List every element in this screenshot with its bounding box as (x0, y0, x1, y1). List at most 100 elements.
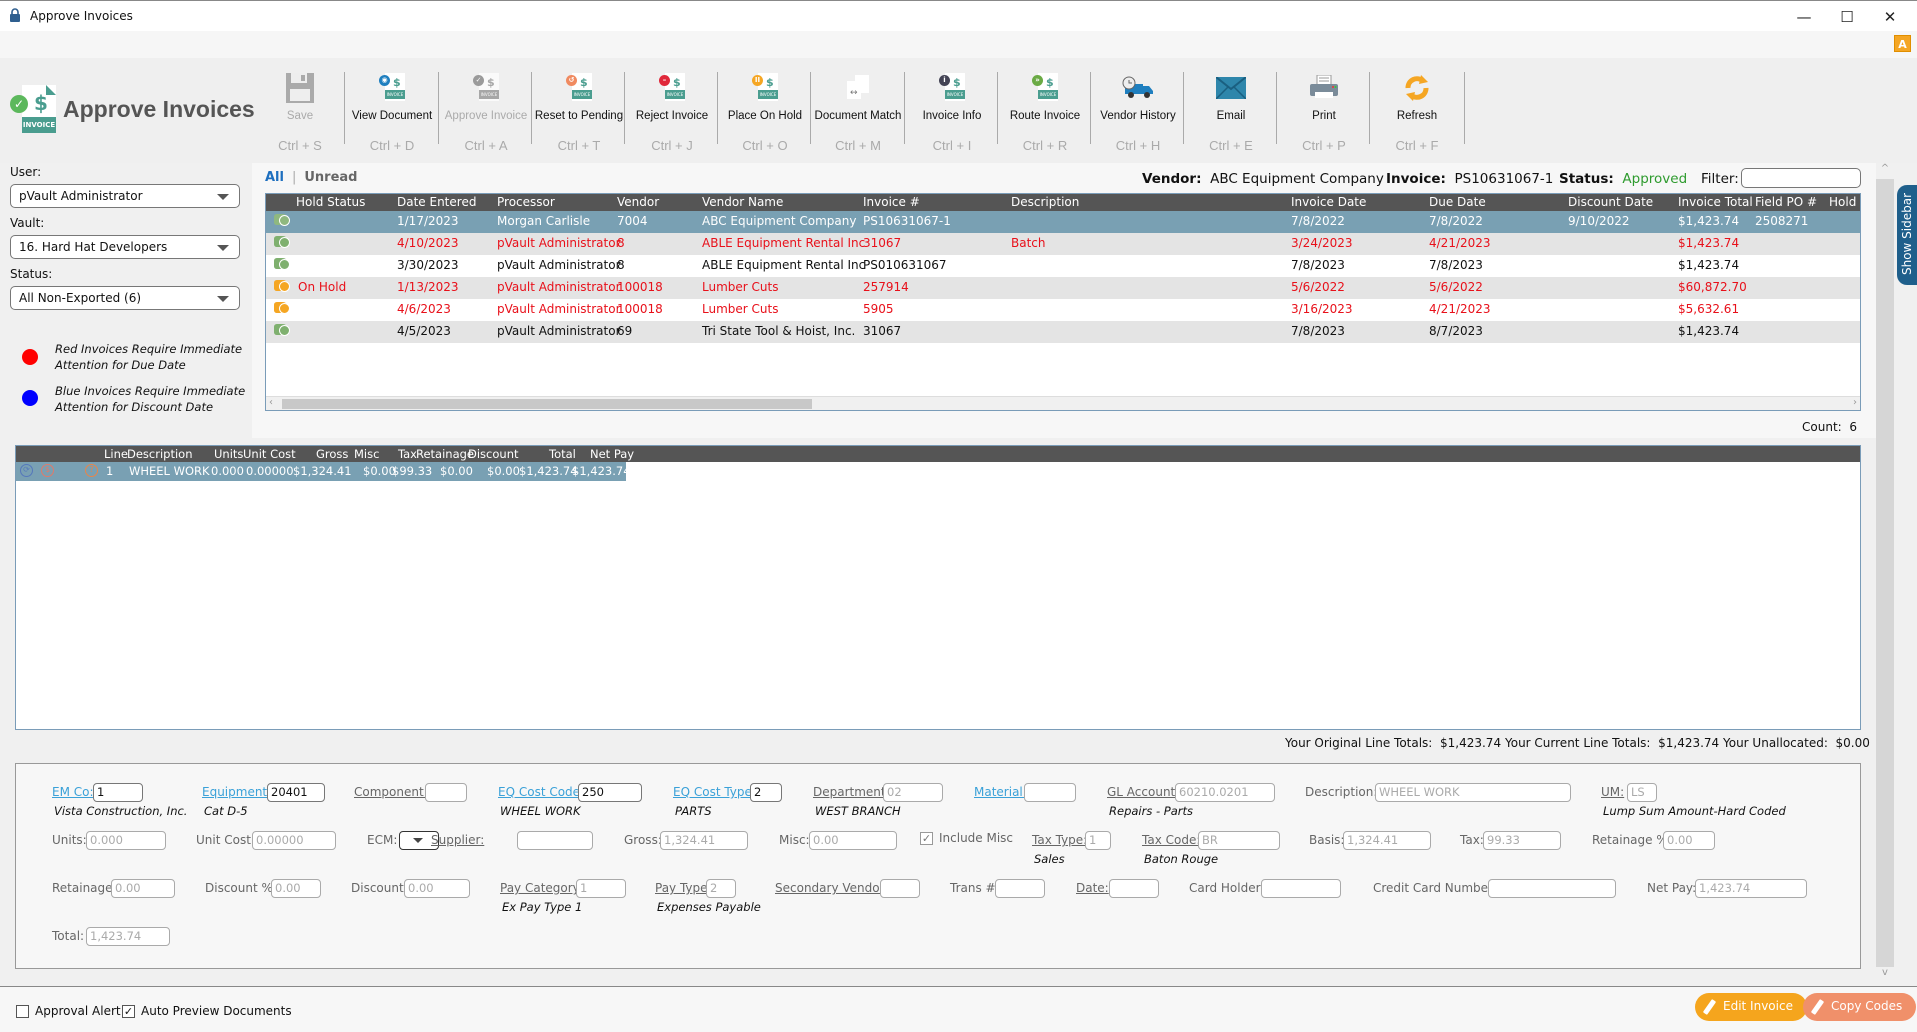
reset-to-pending-button[interactable]: $ INVOICE ↺ Reset to Pending Ctrl + T (533, 70, 625, 160)
discount-input[interactable]: 0.00 (404, 879, 470, 898)
document-match-button[interactable]: ↔ Document Match Ctrl + M (812, 70, 904, 160)
units-input[interactable]: 0.000 (86, 831, 166, 850)
copy-codes-button[interactable]: Copy Codes (1803, 993, 1917, 1021)
column-header[interactable]: Discount Date (1568, 195, 1653, 209)
table-row[interactable]: 4/6/2023 pVault Administrator 100018 Lumber… (266, 299, 1860, 321)
misc-input[interactable]: 0.00 (809, 831, 897, 850)
line-column-header[interactable]: Discount (468, 447, 519, 461)
print-button[interactable]: Print Ctrl + P (1278, 70, 1370, 160)
column-header[interactable]: Due Date (1429, 195, 1486, 209)
discount-pct-input[interactable]: 0.00 (271, 879, 321, 898)
em-co-label[interactable]: EM Co: (52, 785, 94, 799)
eq-cost-type-label[interactable]: EQ Cost Type: (673, 785, 756, 799)
maximize-button[interactable]: ☐ (1827, 5, 1867, 29)
description-input[interactable]: WHEEL WORK (1375, 783, 1571, 802)
place-on-hold-button[interactable]: $ INVOICE II Place On Hold Ctrl + O (719, 70, 811, 160)
reject-invoice-button[interactable]: $ INVOICE – Reject Invoice Ctrl + J (626, 70, 718, 160)
em-co-input[interactable]: 1 (93, 783, 143, 802)
tax-input[interactable]: 99.33 (1483, 831, 1561, 850)
tab-all[interactable]: All (265, 170, 284, 185)
equipment-label[interactable]: Equipment: (202, 785, 271, 799)
tax-type-input[interactable]: 1 (1085, 831, 1111, 850)
column-header[interactable]: Hold Status (296, 195, 365, 209)
line-column-header[interactable]: Retainage (416, 447, 474, 461)
line-column-header[interactable]: Description (127, 447, 193, 461)
column-header[interactable]: Invoice Date (1291, 195, 1366, 209)
pay-type-input[interactable]: 2 (706, 879, 736, 898)
basis-input[interactable]: 1,324.41 (1343, 831, 1431, 850)
include-misc-checkbox[interactable]: ✓ (920, 832, 933, 845)
line-column-header[interactable]: Tax (398, 447, 417, 461)
supplier-input[interactable] (517, 831, 593, 850)
line-column-header[interactable]: Line (104, 447, 128, 461)
card-holder-input[interactable] (1261, 879, 1341, 898)
total-input[interactable]: 1,423.74 (86, 927, 170, 946)
retainage-pct-input[interactable]: 0.00 (1663, 831, 1715, 850)
eq-cost-type-input[interactable]: 2 (750, 783, 782, 802)
column-header[interactable]: Invoice Total (1678, 195, 1753, 209)
auto-preview-checkbox[interactable]: ✓ (122, 1005, 135, 1018)
column-header[interactable]: Invoice # (863, 195, 920, 209)
column-header[interactable]: Vendor (617, 195, 659, 209)
line-column-header[interactable]: Total (549, 447, 576, 461)
column-header[interactable]: Description (1011, 195, 1079, 209)
card-number-input[interactable] (1488, 879, 1616, 898)
eq-cost-code-label[interactable]: EQ Cost Code: (498, 785, 584, 799)
vendor-history-button[interactable]: Vendor History Ctrl + H (1092, 70, 1184, 160)
scroll-up-icon[interactable]: ^ (1876, 163, 1894, 179)
column-header[interactable]: Date Entered (397, 195, 476, 209)
department-input[interactable]: 02 (883, 783, 943, 802)
tax-code-input[interactable]: BR (1198, 831, 1280, 850)
table-row[interactable]: 4/10/2023 pVault Administrator 8 ABLE Equip… (266, 233, 1860, 255)
horizontal-scrollbar[interactable]: ‹ › (266, 396, 1860, 410)
tab-unread[interactable]: Unread (304, 170, 357, 185)
column-header[interactable]: Hold C (1829, 195, 1860, 209)
material-input[interactable] (1024, 783, 1076, 802)
help-icon[interactable]: ? (85, 464, 98, 477)
line-item-row[interactable]: ⟳ $ ? 1 WHEEL WORK 0.000 0.00000 $1,324.41 $0… (16, 462, 631, 481)
line-column-header[interactable]: Units (214, 447, 243, 461)
table-row[interactable]: On Hold 1/13/2023 pVault Administrator 1000… (266, 277, 1860, 299)
table-row[interactable]: 1/17/2023 Morgan Carlisle 7004 ABC Equipmen… (266, 211, 1860, 233)
trans-input[interactable] (995, 879, 1045, 898)
component-input[interactable] (425, 783, 467, 802)
show-sidebar-tab[interactable]: Show Sidebar (1897, 185, 1917, 285)
minimize-button[interactable]: — (1784, 5, 1824, 29)
edit-invoice-button[interactable]: Edit Invoice (1695, 993, 1807, 1021)
view-document-button[interactable]: $ INVOICE ◉ View Document Ctrl + D (346, 70, 438, 160)
gross-input[interactable]: 1,324.41 (660, 831, 748, 850)
route-invoice-button[interactable]: $ INVOICE» Route Invoice Ctrl + R (999, 70, 1091, 160)
assistant-badge-icon[interactable]: A (1894, 35, 1911, 52)
status-select[interactable]: All Non-Exported (6) (10, 286, 240, 310)
vertical-scrollbar[interactable]: ^ v (1876, 163, 1894, 983)
column-header[interactable]: Processor (497, 195, 555, 209)
scroll-down-icon[interactable]: v (1876, 967, 1894, 983)
eq-cost-code-input[interactable]: 250 (578, 783, 642, 802)
equipment-input[interactable]: 20401 (267, 783, 325, 802)
scrollbar-thumb[interactable] (282, 399, 812, 409)
line-column-header[interactable]: Misc (354, 447, 379, 461)
material-label[interactable]: Material: (974, 785, 1027, 799)
vault-select[interactable]: 16. Hard Hat Developers (10, 235, 240, 259)
save-button[interactable]: Save Ctrl + S (254, 70, 346, 160)
email-button[interactable]: Email Ctrl + E (1185, 70, 1277, 160)
scroll-right-icon[interactable]: › (1853, 397, 1857, 408)
net-pay-input[interactable]: 1,423.74 (1695, 879, 1807, 898)
user-select[interactable]: pVault Administrator (10, 184, 240, 208)
line-column-header[interactable]: Gross (316, 447, 348, 461)
column-header[interactable]: Field PO # (1755, 195, 1817, 209)
filter-input[interactable] (1741, 168, 1861, 188)
date-input[interactable] (1109, 879, 1159, 898)
approve-invoice-button[interactable]: $ INVOICE ✓ Approve Invoice Ctrl + A (440, 70, 532, 160)
sync-icon[interactable]: ⟳ (20, 464, 33, 477)
scroll-left-icon[interactable]: ‹ (269, 397, 273, 408)
column-header[interactable]: Vendor Name (702, 195, 783, 209)
um-input[interactable]: LS (1627, 783, 1657, 802)
gl-account-input[interactable]: 60210.0201 (1175, 783, 1275, 802)
line-column-header[interactable]: Unit Cost (243, 447, 296, 461)
table-row[interactable]: 3/30/2023 pVault Administrator 8 ABLE Equip… (266, 255, 1860, 277)
dollar-icon[interactable]: $ (41, 464, 54, 477)
unit-cost-input[interactable]: 0.00000 (252, 831, 336, 850)
refresh-button[interactable]: Refresh Ctrl + F (1371, 70, 1463, 160)
table-row[interactable]: 4/5/2023 pVault Administrator 69 Tri State … (266, 321, 1860, 343)
